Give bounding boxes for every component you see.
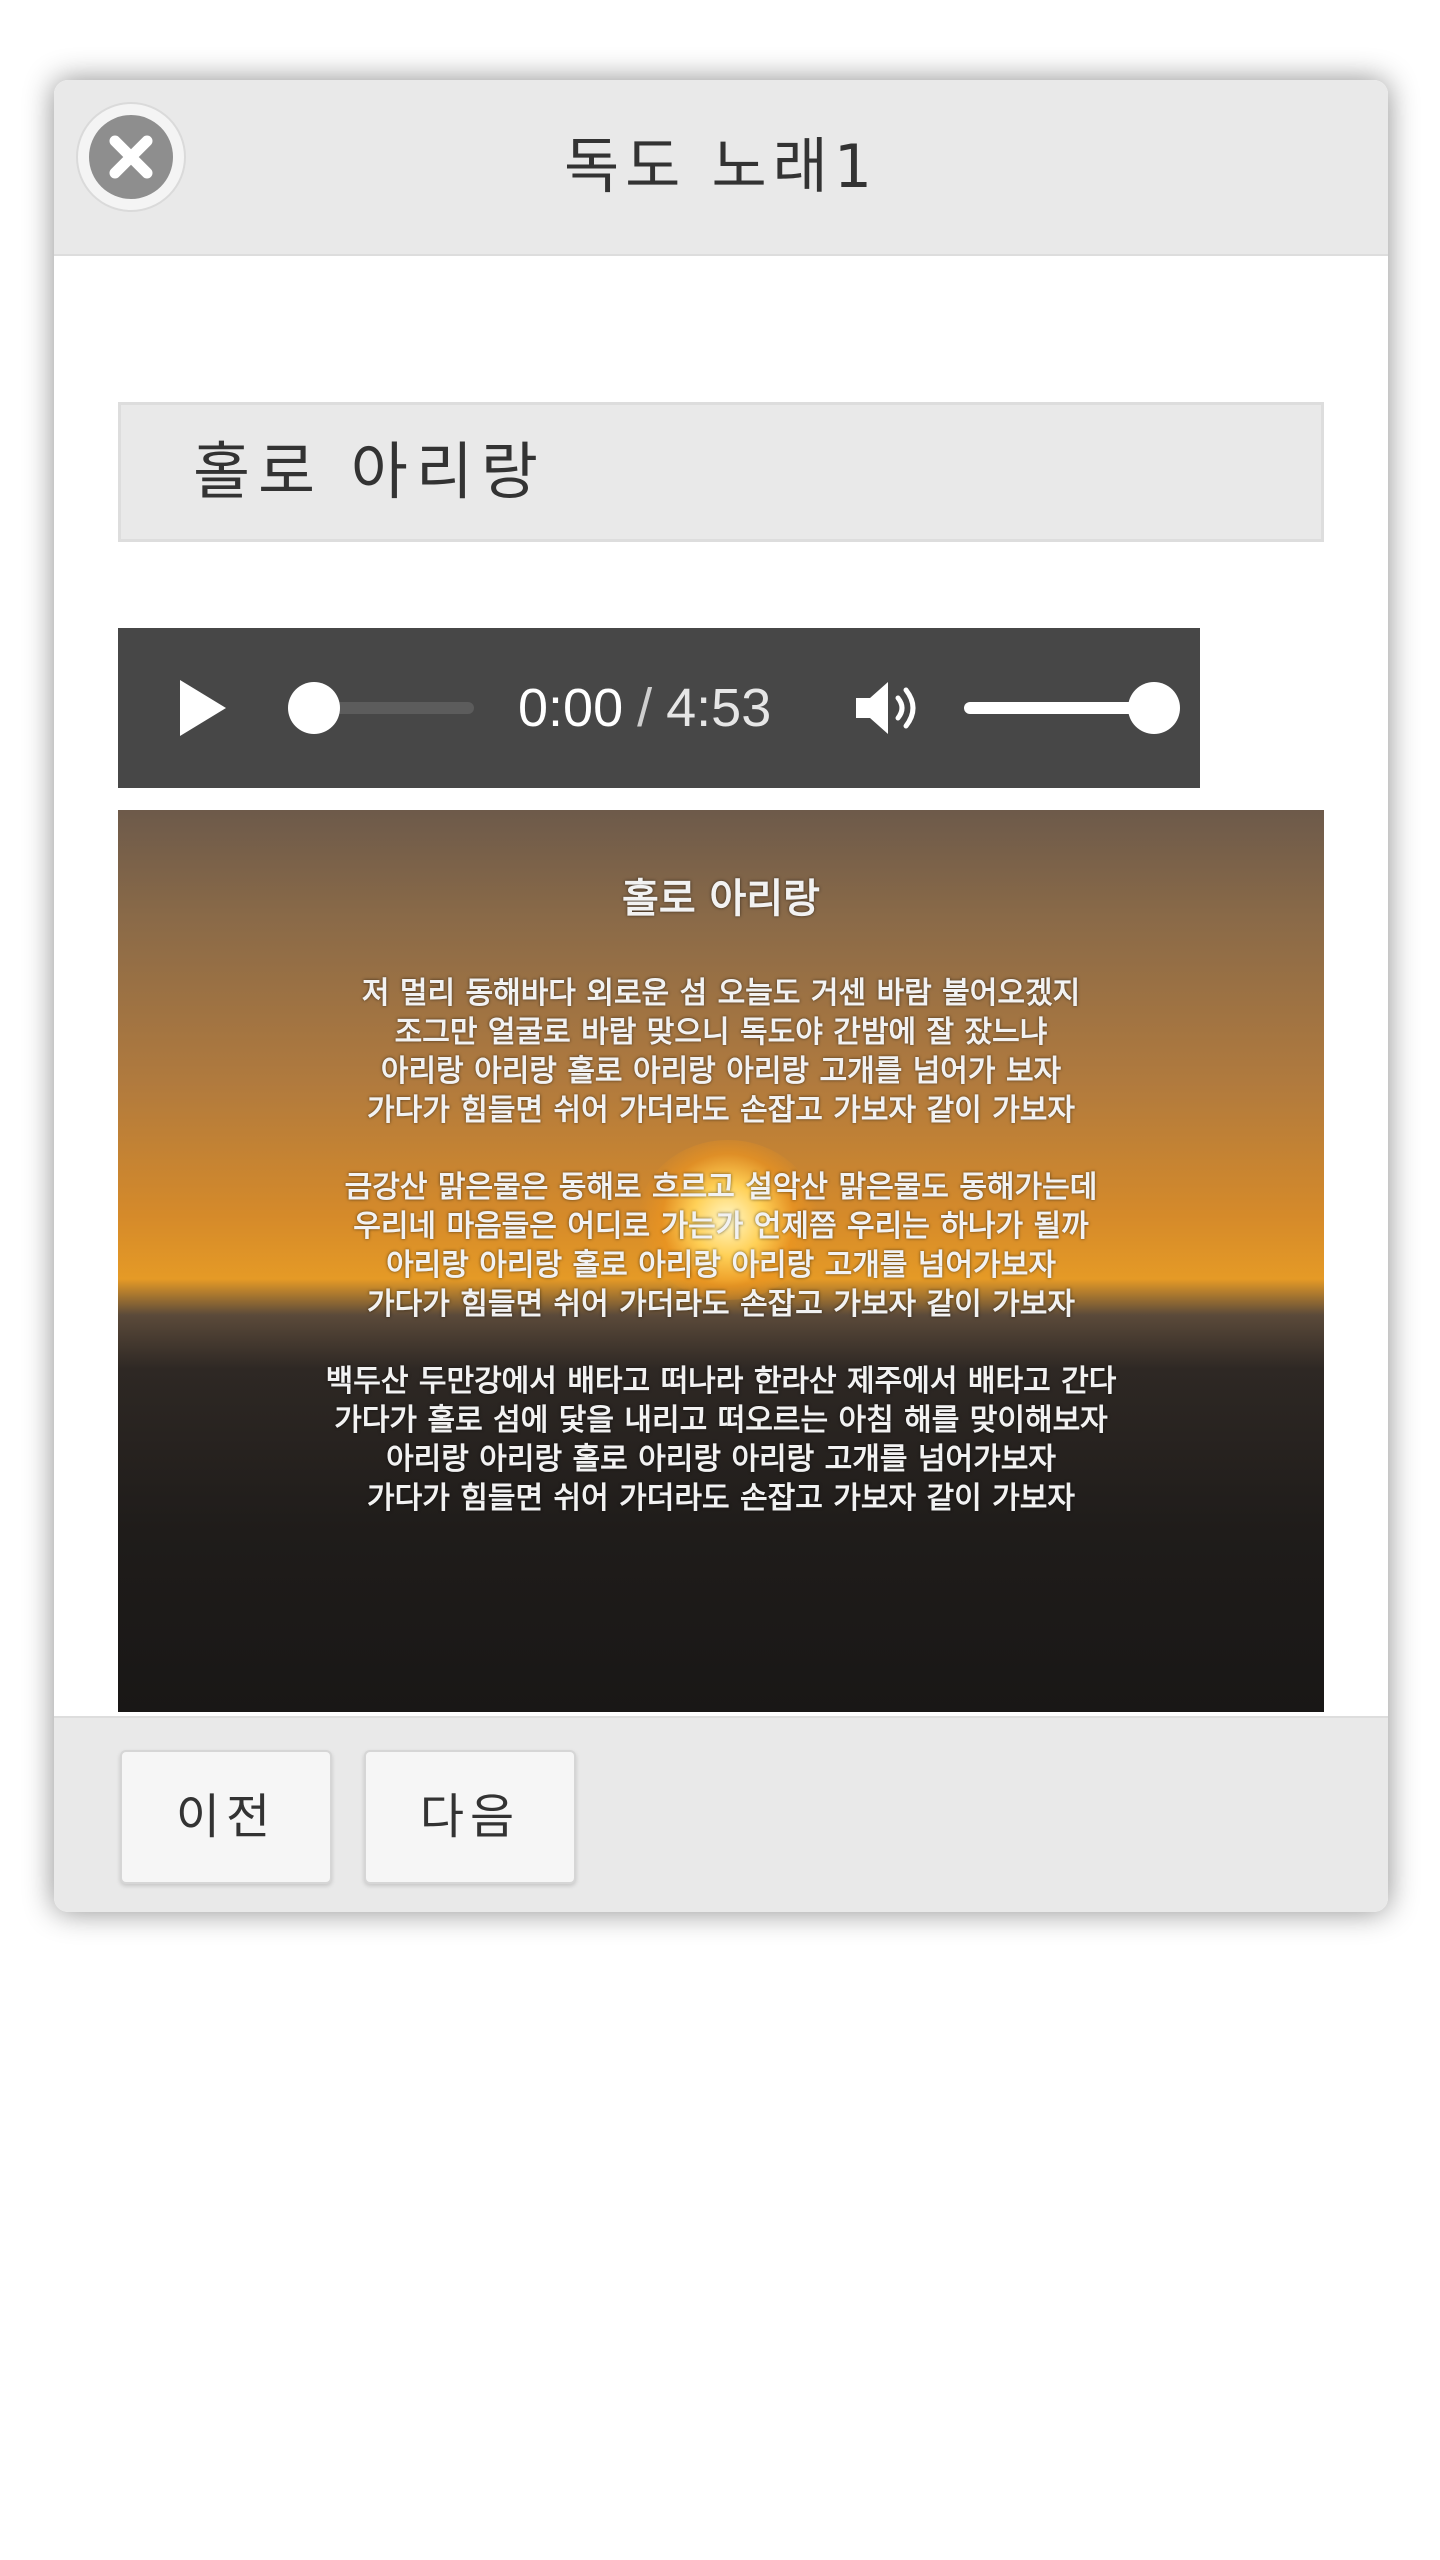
lyrics-line: 우리네 마음들은 어디로 가는가 언제쯤 우리는 하나가 될까	[353, 1209, 1089, 1244]
lyrics-line: 가다가 홀로 섬에 닻을 내리고 떠오르는 아침 해를 맞이해보자	[334, 1403, 1108, 1438]
time-separator: /	[637, 678, 653, 738]
lyrics-image: 홀로 아리랑 저 멀리 동해바다 외로운 섬 오늘도 거센 바람 불어오겠지 조…	[118, 810, 1324, 1712]
lyrics-line: 가다가 힘들면 쉬어 가더라도 손잡고 가보자 같이 가보자	[367, 1481, 1075, 1516]
seek-handle[interactable]	[288, 682, 340, 734]
lyrics-line: 백두산 두만강에서 배타고 떠나라 한라산 제주에서 배타고 간다	[325, 1364, 1117, 1399]
lyrics-line: 아리랑 아리랑 홀로 아리랑 아리랑 고개를 넘어가 보자	[380, 1054, 1062, 1089]
lyrics-line: 아리랑 아리랑 홀로 아리랑 아리랑 고개를 넘어가보자	[386, 1248, 1056, 1283]
song-title-box: 홀로 아리랑	[118, 402, 1324, 542]
close-circle-icon	[89, 115, 173, 199]
song-title: 홀로 아리랑	[193, 435, 546, 508]
song-dialog: 독도 노래1 홀로 아리랑 0:00/4:53 홀로 아리랑 저 멀리 동해바다…	[54, 80, 1388, 1912]
dialog-header: 독도 노래1	[54, 80, 1388, 256]
duration: 4:53	[666, 678, 772, 738]
volume-handle[interactable]	[1128, 682, 1180, 734]
lyrics-text: 홀로 아리랑 저 멀리 동해바다 외로운 섬 오늘도 거센 바람 불어오겠지 조…	[118, 866, 1324, 1556]
lyrics-verse: 금강산 맑은물은 동해로 흐르고 설악산 맑은물도 동해가는데 우리네 마음들은…	[118, 1168, 1324, 1324]
close-button[interactable]	[76, 102, 186, 212]
lyrics-line: 아리랑 아리랑 홀로 아리랑 아리랑 고개를 넘어가보자	[386, 1442, 1056, 1477]
time-display: 0:00/4:53	[518, 628, 771, 788]
lyrics-verse: 백두산 두만강에서 배타고 떠나라 한라산 제주에서 배타고 간다 가다가 홀로…	[118, 1362, 1324, 1518]
lyrics-line: 저 멀리 동해바다 외로운 섬 오늘도 거센 바람 불어오겠지	[361, 976, 1081, 1011]
current-time: 0:00	[518, 678, 624, 738]
volume-button[interactable]	[854, 678, 924, 738]
lyrics-line: 금강산 맑은물은 동해로 흐르고 설악산 맑은물도 동해가는데	[344, 1170, 1098, 1205]
dialog-footer: 이전 다음	[54, 1716, 1388, 1912]
volume-icon	[856, 682, 916, 734]
volume-slider[interactable]	[964, 702, 1154, 714]
lyrics-line: 가다가 힘들면 쉬어 가더라도 손잡고 가보자 같이 가보자	[367, 1093, 1075, 1128]
audio-player: 0:00/4:53	[118, 628, 1200, 788]
lyrics-line: 가다가 힘들면 쉬어 가더라도 손잡고 가보자 같이 가보자	[367, 1287, 1075, 1322]
prev-button[interactable]: 이전	[120, 1750, 332, 1884]
play-icon	[180, 680, 226, 736]
lyrics-title: 홀로 아리랑	[622, 876, 820, 922]
next-button[interactable]: 다음	[364, 1750, 576, 1884]
play-button[interactable]	[172, 678, 232, 738]
lyrics-verse: 저 멀리 동해바다 외로운 섬 오늘도 거센 바람 불어오겠지 조그만 얼굴로 …	[118, 974, 1324, 1130]
dialog-title: 독도 노래1	[563, 132, 879, 202]
lyrics-line: 조그만 얼굴로 바람 맞으니 독도야 간밤에 잘 잤느냐	[394, 1015, 1048, 1050]
